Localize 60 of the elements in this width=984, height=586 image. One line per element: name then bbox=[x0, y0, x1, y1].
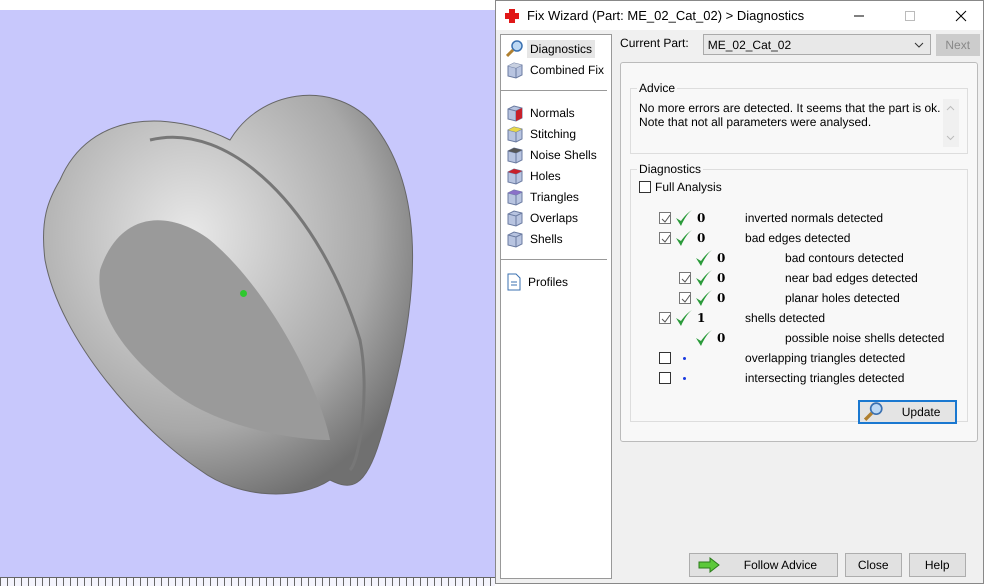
checkbox[interactable] bbox=[659, 352, 672, 364]
document-icon bbox=[506, 272, 522, 290]
cube-icon bbox=[506, 104, 524, 122]
sidebar-item[interactable]: Profiles bbox=[501, 271, 608, 292]
search-icon bbox=[506, 40, 524, 58]
diagnostic-label: near bad edges detected bbox=[785, 271, 918, 285]
diagnostic-label: intersecting triangles detected bbox=[745, 371, 904, 385]
update-button[interactable]: Update bbox=[858, 400, 957, 424]
checkbox-label: Full Analysis bbox=[655, 180, 722, 194]
cube-icon bbox=[506, 60, 524, 78]
count-value: 0 bbox=[697, 211, 706, 225]
diagnostic-label: planar holes detected bbox=[785, 291, 900, 305]
count-value: 0 bbox=[717, 331, 726, 345]
group-title: Advice bbox=[638, 81, 676, 95]
cube-icon bbox=[506, 208, 524, 226]
close-icon[interactable] bbox=[955, 10, 967, 22]
count-value: 0 bbox=[717, 291, 726, 305]
sidebar-item[interactable]: Normals bbox=[501, 102, 608, 123]
advice-text: No more errors are detected. It seems that the part is ok. bbox=[639, 101, 940, 115]
count-value: 1 bbox=[697, 311, 706, 325]
checkbox[interactable] bbox=[659, 232, 672, 244]
count-value: 0 bbox=[717, 271, 726, 285]
cube-icon bbox=[506, 230, 524, 248]
checkbox[interactable] bbox=[659, 312, 672, 324]
current-part-label: Current Part: bbox=[620, 35, 689, 50]
diagnostic-label: possible noise shells detected bbox=[785, 331, 944, 345]
cube-icon bbox=[506, 146, 524, 164]
sidebar-item[interactable]: Triangles bbox=[501, 186, 608, 207]
sidebar-item[interactable]: Noise Shells bbox=[501, 144, 608, 165]
cube-icon bbox=[506, 188, 524, 206]
diagnostic-label: bad contours detected bbox=[785, 251, 904, 265]
search-icon bbox=[864, 402, 884, 422]
cross-icon bbox=[504, 8, 520, 24]
dialog-button[interactable]: Follow Advice bbox=[688, 553, 838, 577]
count-value: 0 bbox=[697, 231, 706, 245]
checkbox[interactable] bbox=[639, 181, 652, 193]
advice-text: Note that not all parameters were analysed. bbox=[639, 115, 872, 129]
group-title: Diagnostics bbox=[638, 162, 702, 176]
checkbox[interactable] bbox=[659, 212, 672, 224]
sidebar-item[interactable]: Overlaps bbox=[501, 207, 608, 228]
cube-icon bbox=[506, 166, 524, 184]
diagnostic-label: inverted normals detected bbox=[745, 211, 884, 225]
diagnostic-label: overlapping triangles detected bbox=[745, 351, 906, 365]
dialog-button[interactable]: Help bbox=[908, 553, 966, 577]
diagnostic-label: bad edges detected bbox=[745, 231, 850, 245]
cube-icon bbox=[506, 124, 524, 142]
checkbox[interactable] bbox=[679, 292, 692, 304]
sidebar-item[interactable]: Holes bbox=[501, 165, 608, 186]
diagnostic-label: shells detected bbox=[745, 311, 826, 325]
part-dropdown[interactable]: ME_02_Cat_02 bbox=[702, 34, 931, 55]
window-title: Fix Wizard (Part: ME_02_Cat_02) > Diagnostics bbox=[527, 8, 806, 23]
count-value: 0 bbox=[717, 251, 726, 265]
sidebar-item[interactable]: Shells bbox=[501, 228, 608, 249]
arrow-right-icon bbox=[698, 557, 720, 573]
checkbox[interactable] bbox=[679, 272, 692, 284]
sidebar-item[interactable]: Stitching bbox=[501, 123, 608, 144]
sidebar-item[interactable]: Combined Fix bbox=[501, 59, 608, 80]
dialog-button[interactable]: Close bbox=[844, 553, 902, 577]
checkbox[interactable] bbox=[659, 372, 672, 384]
chevron-down-icon bbox=[914, 42, 924, 48]
